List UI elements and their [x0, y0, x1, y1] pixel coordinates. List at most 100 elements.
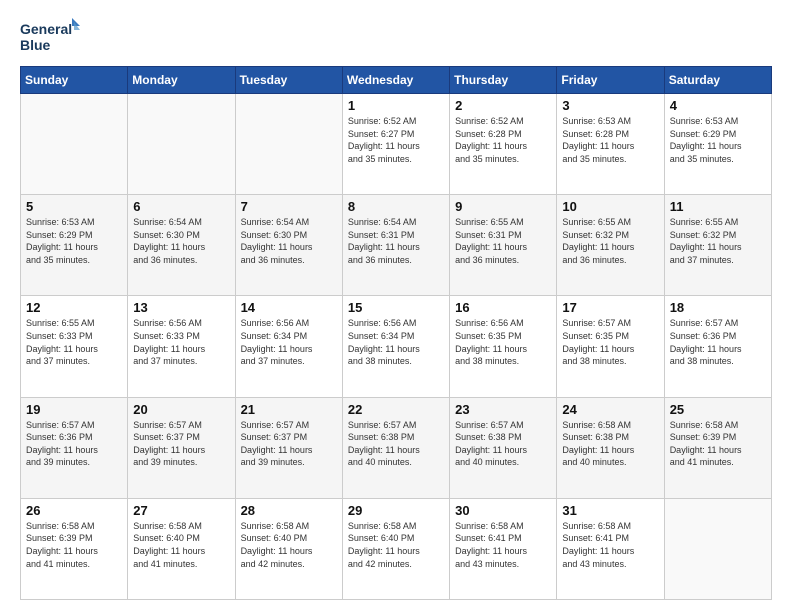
day-info: Sunrise: 6:55 AM [26, 317, 122, 330]
day-info: Sunrise: 6:56 AM [241, 317, 337, 330]
day-info: Sunrise: 6:58 AM [348, 520, 444, 533]
calendar-cell: 4Sunrise: 6:53 AMSunset: 6:29 PMDaylight… [664, 94, 771, 195]
day-number: 3 [562, 98, 658, 113]
day-number: 10 [562, 199, 658, 214]
day-info: Daylight: 11 hours [455, 241, 551, 254]
day-info: Sunrise: 6:58 AM [133, 520, 229, 533]
day-info: Sunrise: 6:56 AM [133, 317, 229, 330]
day-info: Sunset: 6:31 PM [455, 229, 551, 242]
day-number: 22 [348, 402, 444, 417]
calendar-cell: 27Sunrise: 6:58 AMSunset: 6:40 PMDayligh… [128, 498, 235, 599]
weekday-header-sunday: Sunday [21, 67, 128, 94]
calendar-cell: 12Sunrise: 6:55 AMSunset: 6:33 PMDayligh… [21, 296, 128, 397]
day-number: 20 [133, 402, 229, 417]
day-info: Sunrise: 6:58 AM [241, 520, 337, 533]
calendar-cell [21, 94, 128, 195]
calendar-cell: 8Sunrise: 6:54 AMSunset: 6:31 PMDaylight… [342, 195, 449, 296]
day-info: Daylight: 11 hours [133, 545, 229, 558]
day-info: and 41 minutes. [670, 456, 766, 469]
day-info: Sunset: 6:35 PM [562, 330, 658, 343]
day-info: Daylight: 11 hours [26, 444, 122, 457]
day-info: Sunrise: 6:57 AM [241, 419, 337, 432]
day-info: Sunrise: 6:52 AM [348, 115, 444, 128]
day-info: Sunrise: 6:57 AM [348, 419, 444, 432]
day-info: Sunrise: 6:54 AM [241, 216, 337, 229]
day-info: Sunrise: 6:55 AM [670, 216, 766, 229]
day-info: and 35 minutes. [562, 153, 658, 166]
day-info: Sunrise: 6:57 AM [26, 419, 122, 432]
day-info: and 35 minutes. [26, 254, 122, 267]
day-info: Daylight: 11 hours [26, 545, 122, 558]
day-info: Daylight: 11 hours [670, 343, 766, 356]
calendar-cell: 31Sunrise: 6:58 AMSunset: 6:41 PMDayligh… [557, 498, 664, 599]
day-info: Sunset: 6:28 PM [455, 128, 551, 141]
calendar-cell: 17Sunrise: 6:57 AMSunset: 6:35 PMDayligh… [557, 296, 664, 397]
calendar-cell: 6Sunrise: 6:54 AMSunset: 6:30 PMDaylight… [128, 195, 235, 296]
day-number: 23 [455, 402, 551, 417]
day-info: Sunset: 6:40 PM [133, 532, 229, 545]
day-info: Daylight: 11 hours [348, 545, 444, 558]
day-info: Sunrise: 6:53 AM [26, 216, 122, 229]
day-info: Sunset: 6:32 PM [562, 229, 658, 242]
day-number: 16 [455, 300, 551, 315]
day-number: 2 [455, 98, 551, 113]
day-info: Sunrise: 6:58 AM [670, 419, 766, 432]
day-info: and 42 minutes. [241, 558, 337, 571]
calendar-cell: 10Sunrise: 6:55 AMSunset: 6:32 PMDayligh… [557, 195, 664, 296]
day-info: and 40 minutes. [455, 456, 551, 469]
calendar-cell: 29Sunrise: 6:58 AMSunset: 6:40 PMDayligh… [342, 498, 449, 599]
calendar-cell: 21Sunrise: 6:57 AMSunset: 6:37 PMDayligh… [235, 397, 342, 498]
calendar-cell: 22Sunrise: 6:57 AMSunset: 6:38 PMDayligh… [342, 397, 449, 498]
day-number: 26 [26, 503, 122, 518]
day-info: Daylight: 11 hours [562, 241, 658, 254]
day-info: Sunset: 6:29 PM [670, 128, 766, 141]
day-info: Sunrise: 6:55 AM [455, 216, 551, 229]
calendar-cell: 5Sunrise: 6:53 AMSunset: 6:29 PMDaylight… [21, 195, 128, 296]
week-row-4: 19Sunrise: 6:57 AMSunset: 6:36 PMDayligh… [21, 397, 772, 498]
day-number: 5 [26, 199, 122, 214]
day-info: and 39 minutes. [133, 456, 229, 469]
day-info: Sunrise: 6:58 AM [26, 520, 122, 533]
day-info: Sunset: 6:31 PM [348, 229, 444, 242]
day-info: Daylight: 11 hours [562, 444, 658, 457]
day-number: 9 [455, 199, 551, 214]
day-info: Sunrise: 6:57 AM [455, 419, 551, 432]
week-row-1: 1Sunrise: 6:52 AMSunset: 6:27 PMDaylight… [21, 94, 772, 195]
calendar-cell: 23Sunrise: 6:57 AMSunset: 6:38 PMDayligh… [450, 397, 557, 498]
calendar-cell: 14Sunrise: 6:56 AMSunset: 6:34 PMDayligh… [235, 296, 342, 397]
calendar-cell: 2Sunrise: 6:52 AMSunset: 6:28 PMDaylight… [450, 94, 557, 195]
day-number: 31 [562, 503, 658, 518]
calendar-cell: 13Sunrise: 6:56 AMSunset: 6:33 PMDayligh… [128, 296, 235, 397]
day-number: 21 [241, 402, 337, 417]
day-info: Daylight: 11 hours [133, 444, 229, 457]
day-info: and 39 minutes. [241, 456, 337, 469]
weekday-header-saturday: Saturday [664, 67, 771, 94]
day-info: Daylight: 11 hours [562, 343, 658, 356]
day-info: Sunrise: 6:56 AM [348, 317, 444, 330]
day-info: Daylight: 11 hours [670, 140, 766, 153]
day-info: and 41 minutes. [133, 558, 229, 571]
day-number: 19 [26, 402, 122, 417]
day-info: Sunset: 6:30 PM [133, 229, 229, 242]
calendar-cell: 20Sunrise: 6:57 AMSunset: 6:37 PMDayligh… [128, 397, 235, 498]
day-info: Daylight: 11 hours [455, 343, 551, 356]
day-info: and 37 minutes. [26, 355, 122, 368]
day-info: Sunset: 6:38 PM [348, 431, 444, 444]
day-info: Daylight: 11 hours [133, 241, 229, 254]
day-info: Sunset: 6:30 PM [241, 229, 337, 242]
day-info: Sunset: 6:28 PM [562, 128, 658, 141]
calendar-cell [128, 94, 235, 195]
day-info: and 43 minutes. [455, 558, 551, 571]
day-number: 12 [26, 300, 122, 315]
day-info: Daylight: 11 hours [562, 140, 658, 153]
day-info: Sunrise: 6:58 AM [455, 520, 551, 533]
day-info: Daylight: 11 hours [348, 241, 444, 254]
calendar-cell: 26Sunrise: 6:58 AMSunset: 6:39 PMDayligh… [21, 498, 128, 599]
day-info: and 37 minutes. [241, 355, 337, 368]
calendar-cell: 24Sunrise: 6:58 AMSunset: 6:38 PMDayligh… [557, 397, 664, 498]
day-info: and 35 minutes. [670, 153, 766, 166]
day-info: Daylight: 11 hours [26, 343, 122, 356]
weekday-header-wednesday: Wednesday [342, 67, 449, 94]
day-info: Sunset: 6:34 PM [241, 330, 337, 343]
day-info: Sunrise: 6:54 AM [348, 216, 444, 229]
